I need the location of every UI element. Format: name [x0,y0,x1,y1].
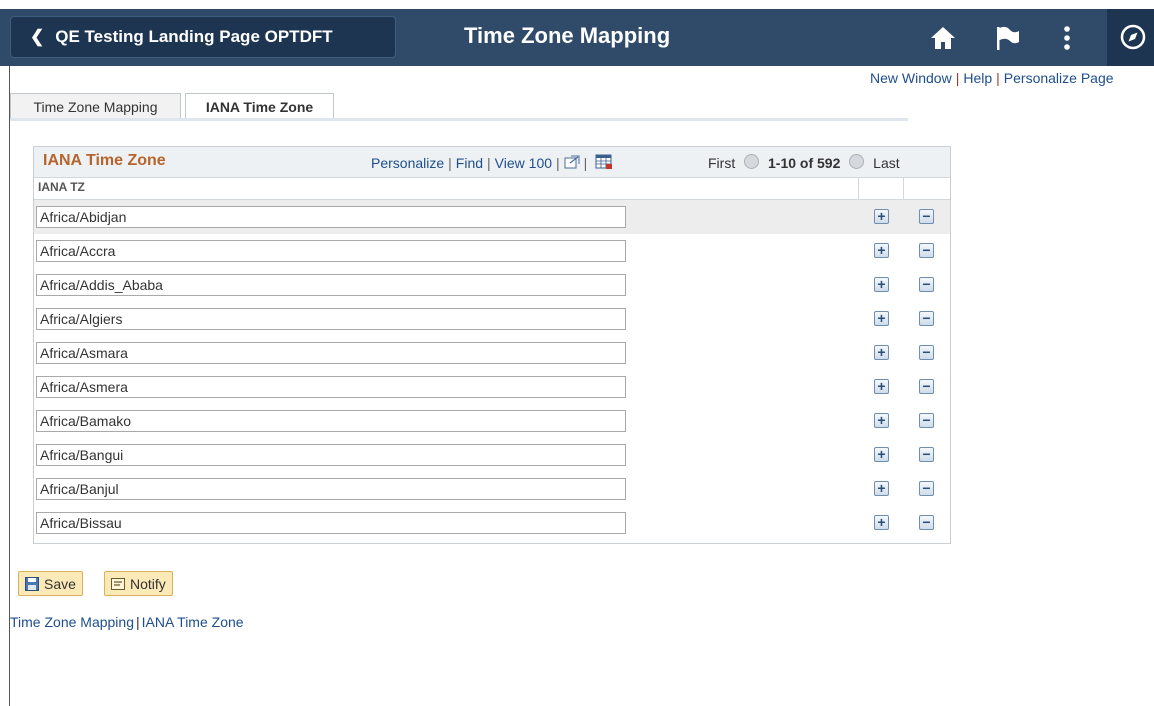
table-row: + − [34,234,950,268]
add-row-button[interactable]: + [874,243,889,258]
row-range: 1-10 of 592 [768,155,841,171]
personalize-link[interactable]: Personalize [371,155,444,171]
bottom-tab-links: Time Zone Mapping | IANA Time Zone [10,614,244,630]
page-links: New Window | Help | Personalize Page [870,70,1114,86]
iana-tz-field[interactable] [36,376,626,398]
home-icon[interactable] [928,23,958,53]
tab-iana-time-zone[interactable]: IANA Time Zone [185,93,334,119]
notify-icon [111,577,125,590]
table-row: + − [34,472,950,506]
add-row-button[interactable]: + [874,379,889,394]
column-divider [858,177,859,199]
first-link[interactable]: First [708,155,735,171]
iana-tz-field[interactable] [36,512,626,534]
add-row-button[interactable]: + [874,447,889,462]
toolbar-separator: | [556,155,560,171]
view-100-link[interactable]: View 100 [495,155,552,171]
delete-row-button[interactable]: − [919,413,934,428]
iana-tz-field[interactable] [36,240,626,262]
link-separator: | [955,70,960,86]
iana-tz-field[interactable] [36,274,626,296]
grid-title: IANA Time Zone [43,152,166,169]
compass-icon [1120,24,1146,50]
tab-time-zone-mapping[interactable]: Time Zone Mapping [10,93,181,119]
iana-tz-field[interactable] [36,444,626,466]
column-divider [903,177,904,199]
iana-time-zone-link[interactable]: IANA Time Zone [142,614,244,630]
table-row: + − [34,336,950,370]
download-spreadsheet-icon[interactable] [595,154,613,170]
next-arrow-icon[interactable] [849,154,865,169]
delete-row-button[interactable]: − [919,345,934,360]
tabs-underline [10,118,908,121]
iana-time-zone-grid: IANA Time Zone Personalize | Find | View 100… [33,146,951,544]
zoom-grid-icon[interactable] [564,155,580,169]
delete-row-button[interactable]: − [919,379,934,394]
floppy-disk-icon [25,576,39,591]
iana-tz-field[interactable] [36,342,626,364]
grid-navigation: First 1-10 of 592 Last [708,154,900,171]
add-row-button[interactable]: + [874,209,889,224]
link-separator: | [996,70,1000,86]
iana-tz-field[interactable] [36,308,626,330]
delete-row-button[interactable]: − [919,481,934,496]
table-row: + − [34,302,950,336]
save-button[interactable]: Save [18,571,83,596]
delete-row-button[interactable]: − [919,311,934,326]
add-row-button[interactable]: + [874,515,889,530]
navbar-button[interactable] [1107,9,1154,66]
notify-button[interactable]: Notify [104,571,173,596]
delete-row-button[interactable]: − [919,447,934,462]
iana-tz-field[interactable] [36,206,626,228]
column-header-iana-tz: IANA TZ [38,180,85,194]
iana-tz-field[interactable] [36,478,626,500]
back-button-label: QE Testing Landing Page OPTDFT [55,27,333,46]
table-row: + − [34,268,950,302]
add-row-button[interactable]: + [874,311,889,326]
add-row-button[interactable]: + [874,413,889,428]
table-row: + − [34,404,950,438]
save-button-label: Save [44,575,76,592]
find-link[interactable]: Find [456,155,483,171]
column-header: IANA TZ [34,177,950,200]
link-separator: | [135,614,140,630]
delete-row-button[interactable]: − [919,277,934,292]
last-link[interactable]: Last [873,155,899,171]
new-window-link[interactable]: New Window [870,70,952,86]
add-row-button[interactable]: + [874,481,889,496]
table-row: + − [34,438,950,472]
notify-button-label: Notify [130,575,166,592]
toolbar-separator: | [583,155,588,171]
table-row: + − [34,506,950,540]
table-row: + − [34,370,950,404]
page-title: Time Zone Mapping [464,23,671,48]
toolbar-separator: | [487,155,491,171]
grid-header: IANA Time Zone Personalize | Find | View 100… [34,147,950,178]
time-zone-mapping-link[interactable]: Time Zone Mapping [10,614,134,630]
help-link[interactable]: Help [963,70,992,86]
back-button[interactable]: ❮ QE Testing Landing Page OPTDFT [10,16,396,58]
delete-row-button[interactable]: − [919,243,934,258]
delete-row-button[interactable]: − [919,515,934,530]
header-bar: ❮ QE Testing Landing Page OPTDFT Time Zo… [0,9,1154,66]
delete-row-button[interactable]: − [919,209,934,224]
flag-icon[interactable] [992,23,1022,53]
iana-tz-field[interactable] [36,410,626,432]
actions-menu-icon[interactable] [1052,23,1082,53]
page-left-border [9,66,10,706]
personalize-page-link[interactable]: Personalize Page [1004,70,1114,86]
grid-toolbar: Personalize | Find | View 100 | | [371,154,613,171]
chevron-left-icon: ❮ [30,27,45,46]
add-row-button[interactable]: + [874,345,889,360]
add-row-button[interactable]: + [874,277,889,292]
previous-arrow-icon[interactable] [744,154,760,169]
toolbar-separator: | [448,155,452,171]
table-row: + − [34,200,950,234]
